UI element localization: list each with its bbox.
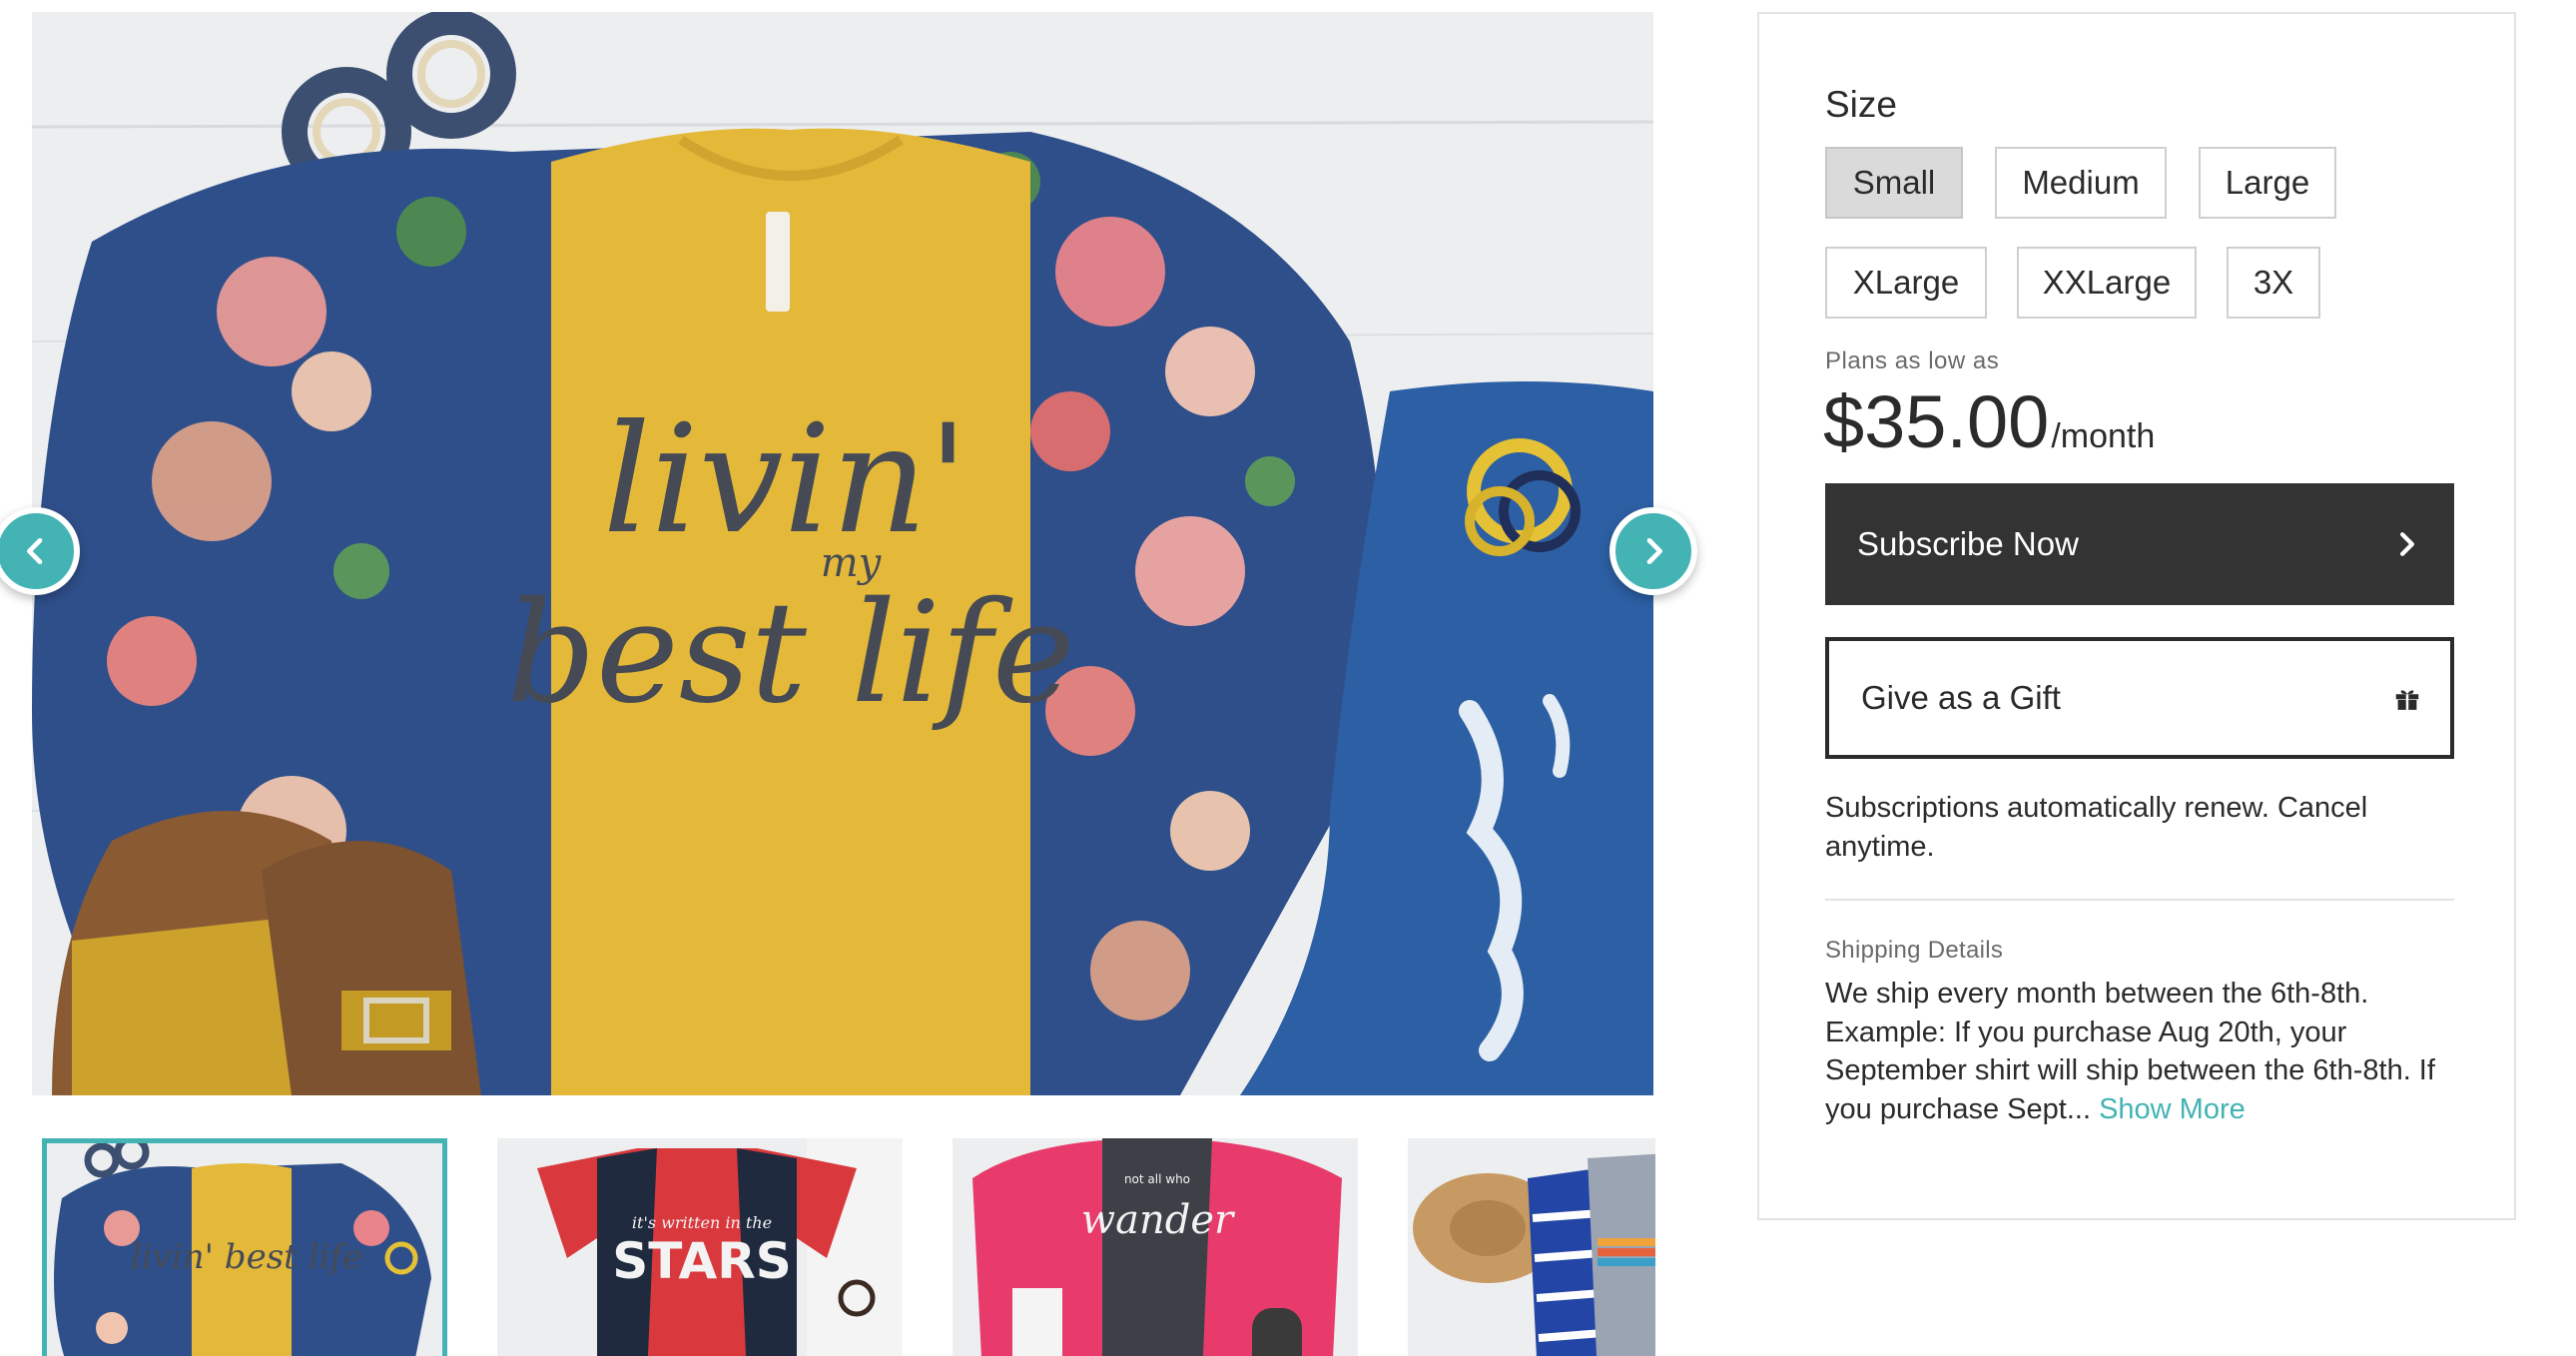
purchase-panel: Size Small Medium Large XLarge XXLarge 3… (1757, 12, 2516, 1220)
divider (1825, 899, 2454, 901)
plans-label: Plans as low as (1825, 347, 2000, 374)
price-row: $35.00 /month (1823, 379, 2155, 464)
product-gallery: livin' my best life livin' best life it'… (0, 0, 1697, 1356)
shipping-details-text: We ship every month between the 6th-8th.… (1825, 975, 2464, 1128)
thumbnail-3[interactable]: not all who wander (953, 1138, 1358, 1356)
gift-icon (2395, 690, 2419, 710)
size-option-large[interactable]: Large (2199, 147, 2336, 219)
thumbnail-strip: livin' best life it's written in the STA… (42, 1138, 1655, 1356)
chevron-right-icon (1646, 538, 1662, 564)
thumbnail-photo: not all who wander (953, 1138, 1358, 1356)
chevron-left-icon (27, 538, 43, 564)
subscribe-label: Subscribe Now (1857, 525, 2079, 562)
size-option-medium[interactable]: Medium (1995, 147, 2167, 219)
thumbnail-1-print: livin' best life (131, 1237, 362, 1277)
show-more-link[interactable]: Show More (2099, 1093, 2246, 1125)
next-image-button[interactable] (1610, 507, 1697, 595)
price-value: $35.00 (1823, 380, 2050, 463)
thumbnail-2-print-small: it's written in the (632, 1213, 772, 1232)
renewal-note: Subscriptions automatically renew. Cance… (1825, 792, 2368, 863)
product-main-image[interactable]: livin' my best life (32, 12, 1653, 1095)
tee-print-line3: best life (506, 572, 1074, 735)
thumbnail-4[interactable] (1408, 1138, 1655, 1356)
size-label: Size (1825, 84, 1897, 125)
size-option-3x[interactable]: 3X (2227, 247, 2320, 319)
product-photo: livin' my best life (32, 12, 1653, 1095)
thumbnail-2[interactable]: it's written in the STARS (497, 1138, 903, 1356)
give-as-gift-button[interactable]: Give as a Gift (1825, 637, 2454, 759)
thumbnail-photo (1408, 1138, 1655, 1356)
subscribe-now-button[interactable]: Subscribe Now (1825, 483, 2454, 605)
thumbnail-3-print-small: not all who (1124, 1172, 1190, 1186)
thumbnail-photo: it's written in the STARS (497, 1138, 903, 1356)
size-option-xxlarge[interactable]: XXLarge (2017, 247, 2197, 319)
size-option-small[interactable]: Small (1825, 147, 1963, 219)
price-period: /month (2051, 417, 2156, 455)
thumbnail-3-print-big: wander (1081, 1197, 1236, 1243)
shipping-details-title: Shipping Details (1825, 937, 2004, 964)
thumbnail-photo: livin' best life (42, 1138, 447, 1356)
chevron-right-icon (2400, 532, 2414, 556)
gift-label: Give as a Gift (1861, 679, 2061, 716)
tee-print-line1: livin' (603, 393, 969, 567)
thumbnail-1[interactable]: livin' best life (42, 1138, 447, 1356)
size-option-xlarge[interactable]: XLarge (1825, 247, 1987, 319)
thumbnail-2-print-big: STARS (612, 1232, 791, 1290)
